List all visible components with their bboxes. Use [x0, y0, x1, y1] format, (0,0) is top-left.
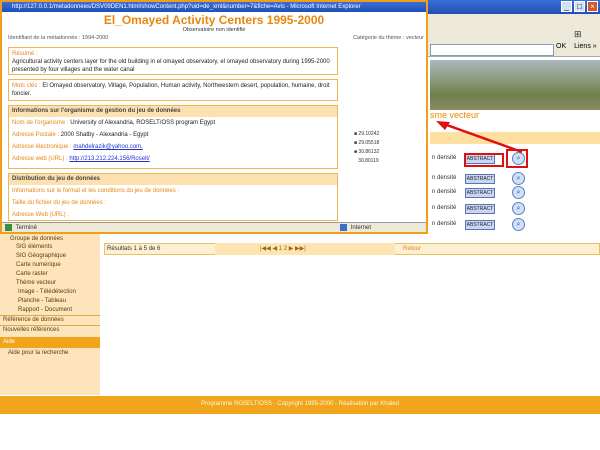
coordinate-value: ■ 30.86132	[354, 149, 380, 155]
links-label[interactable]: Liens	[574, 43, 591, 50]
popup-title-bar: http://127.0.0.1/metadonnees/DSV09DEN1.h…	[2, 2, 426, 12]
sidebar-section-label: Aide	[3, 339, 16, 345]
map-magnifier-icon[interactable]: ⌕	[512, 202, 525, 215]
footer-text: Programme ROSELT/OSS - Copyright 1995-20…	[201, 401, 399, 407]
distribution-url-line: Adresse Web (URL) :	[9, 209, 337, 221]
bounding-coordinates: ■ 29.10242 ■ 29.05518 ■ 30.86132 30.8011…	[354, 130, 379, 166]
map-magnifier-icon[interactable]: ⌕	[512, 218, 525, 231]
red-arrow-icon	[436, 121, 523, 154]
vector-row-label: n densité	[432, 205, 457, 211]
sidebar-item[interactable]: SIG Géographique	[16, 253, 66, 259]
sidebar-item[interactable]: Thème vecteur	[16, 280, 56, 286]
vector-row-label: n densité	[432, 189, 457, 195]
sidebar-item[interactable]: Carte numérique	[16, 262, 61, 268]
abstract-button[interactable]: ABSTRACT	[465, 174, 495, 184]
maximize-button[interactable]: □	[574, 1, 585, 12]
abstract-button[interactable]: ABSTRACT	[465, 220, 495, 230]
metadata-id: Identifiant de la métadonnée : 1994-2000	[8, 35, 109, 41]
popup-status-bar: Terminé Internet	[2, 222, 426, 232]
distribution-size-line: Taille du fichier du jeu de données :	[9, 197, 337, 209]
metadata-popup-window: http://127.0.0.1/metadonnees/DSV09DEN1.h…	[0, 0, 428, 234]
web-link[interactable]: http://213.212.224.156/Roselt/	[69, 156, 149, 162]
web-line: Adresse web (URL) : http://213.212.224.1…	[9, 153, 337, 165]
internet-globe-icon	[340, 223, 347, 231]
distribution-format-label: Informations sur le format et les condit…	[12, 188, 180, 194]
sidebar-section-aide: Aide	[0, 337, 100, 348]
sidebar-item[interactable]: Planche - Tableau	[18, 298, 66, 304]
sidebar-item[interactable]: Groupe de données	[10, 236, 63, 242]
coordinate-value: ■ 29.05518	[354, 140, 380, 146]
distribution-section-title: Distribution du jeu de données	[9, 174, 337, 185]
status-text: Terminé	[15, 225, 37, 231]
minimize-button[interactable]: _	[561, 1, 572, 12]
close-button[interactable]: ×	[587, 1, 598, 12]
vector-row: n densité ABSTRACT ⌕	[430, 172, 600, 187]
distribution-card: Distribution du jeu de données Informati…	[8, 173, 338, 221]
sidebar-divider	[0, 325, 100, 326]
address-input[interactable]	[430, 44, 554, 56]
summary-label: Résumé :	[12, 51, 38, 57]
keywords-text: El Omayed observatory, Village, Populati…	[12, 83, 330, 97]
vector-row: n densité ABSTRACT ⌕	[430, 202, 600, 217]
theme-category: Catégorie du thème : vecteur	[353, 35, 424, 41]
org-name-value: University of Alexandria, ROSELT/OSS pro…	[70, 120, 216, 126]
popup-meta-line: Identifiant de la métadonnée : 1994-2000…	[8, 35, 424, 41]
organisation-card: Informations sur l'organisme de gestion …	[8, 105, 338, 169]
vector-row: n densité ABSTRACT ⌕	[430, 218, 600, 233]
sidebar-item[interactable]: Image - Télédétection	[18, 289, 76, 295]
email-label: Adresse électronique :	[12, 144, 72, 150]
abstract-button[interactable]: ABSTRACT	[465, 204, 495, 214]
window-controls: _ □ ×	[561, 1, 598, 12]
sidebar-item[interactable]: Aide pour la recherche	[8, 350, 68, 356]
pager-results: Résultats 1 à 5 de 6	[107, 246, 161, 252]
windows-logo-icon: ⊞	[574, 29, 582, 39]
abstract-button[interactable]: ABSTRACT	[465, 188, 495, 198]
go-label: OK	[556, 43, 567, 50]
summary-text: Agricultural activity centers layer for …	[12, 59, 330, 73]
pager-nav-label[interactable]: |◀◀ ◀ 1 2 ▶ ▶▶|	[260, 245, 306, 252]
address-line: Adresse Postale : 2000 Shatby - Alexandr…	[9, 129, 337, 141]
keywords-card: Mots clés : El Omayed observatory, Villa…	[8, 79, 338, 101]
address-label: Adresse Postale :	[12, 132, 60, 138]
distribution-format-line: Informations sur le format et les condit…	[9, 185, 337, 197]
sidebar-item[interactable]: Référence de données	[3, 317, 64, 323]
org-name-line: Nom de l'organisme : University of Alexa…	[9, 117, 337, 129]
sidebar-item[interactable]: Carte raster	[16, 271, 48, 277]
vector-row-label: n densité	[432, 175, 457, 181]
keywords-block: Mots clés : El Omayed observatory, Villa…	[9, 80, 337, 100]
coordinate-value: ■ 29.10242	[354, 131, 380, 137]
back-link[interactable]: Retour	[403, 246, 421, 252]
go-button[interactable]: OK Liens »	[556, 43, 597, 50]
sidebar-item[interactable]: Rapport - Document	[18, 307, 72, 313]
organisation-section-title: Informations sur l'organisme de gestion …	[9, 106, 337, 117]
vector-row: n densité ABSTRACT ⌕	[430, 186, 600, 201]
map-magnifier-icon[interactable]: ⌕	[512, 186, 525, 199]
distribution-url-label: Adresse Web (URL) :	[12, 212, 69, 218]
keywords-label: Mots clés :	[12, 83, 41, 89]
zone-indicator: Internet	[337, 223, 372, 232]
org-name-label: Nom de l'organisme :	[12, 120, 69, 126]
distribution-size-label: Taille du fichier du jeu de données :	[12, 200, 107, 206]
sidebar-item[interactable]: SIG éléments	[16, 244, 52, 250]
summary-card: Résumé : Agricultural activity centers l…	[8, 47, 338, 75]
popup-heading: El_Omayed Activity Centers 1995-2000	[103, 13, 325, 27]
vector-row-label: n densité	[432, 221, 457, 227]
map-magnifier-icon[interactable]: ⌕	[512, 172, 525, 185]
sidebar: Groupe de données SIG éléments SIG Géogr…	[0, 230, 100, 395]
email-line: Adresse électronique : mahdelrazik@yahoo…	[9, 141, 337, 153]
address-value: 2000 Shatby - Alexandria - Egypt	[60, 132, 149, 138]
coordinate-value: 30.80119	[358, 158, 379, 164]
email-link[interactable]: mahdelrazik@yahoo.com,	[73, 144, 142, 150]
summary-block: Résumé : Agricultural activity centers l…	[9, 48, 337, 76]
landscape-photo	[430, 60, 600, 110]
page-title: sme vecteur	[430, 110, 480, 120]
blank-area	[0, 414, 80, 450]
zone-text: Internet	[350, 225, 372, 231]
web-label: Adresse web (URL) :	[12, 156, 68, 162]
sidebar-item[interactable]: Nouvelles références	[3, 327, 59, 333]
sidebar-divider	[0, 315, 100, 316]
pager-nav[interactable]: |◀◀ ◀ 1 2 ▶ ▶▶|	[215, 243, 395, 255]
page-done-icon	[5, 223, 12, 231]
popup-subheading: Observatoire non identifié	[182, 27, 246, 33]
